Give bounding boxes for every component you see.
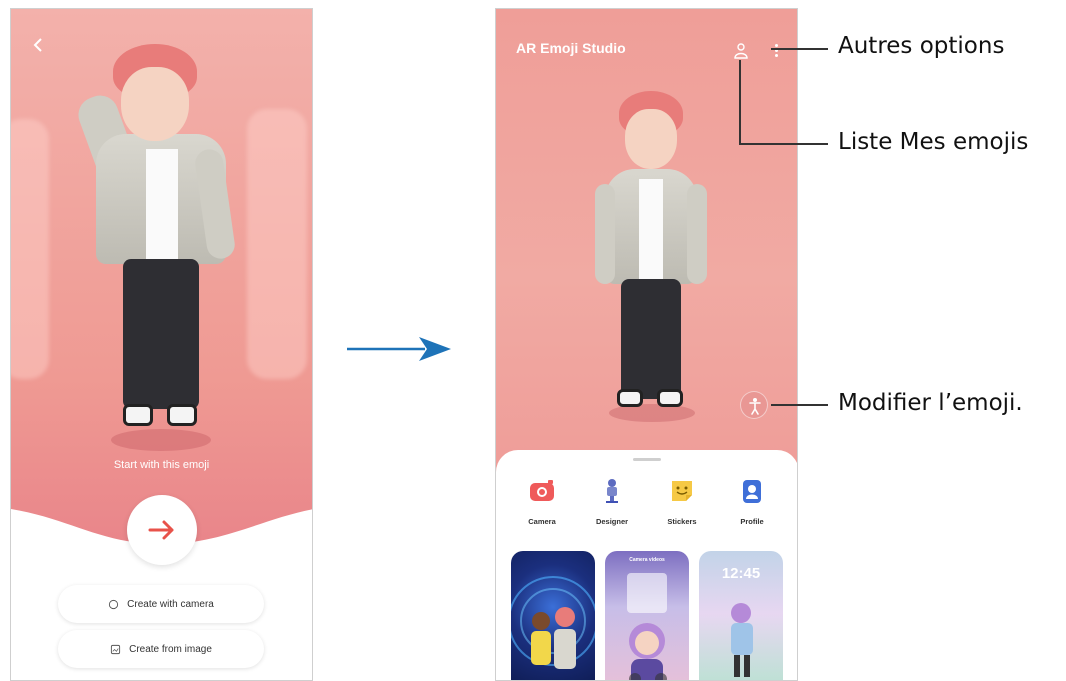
app-title: AR Emoji Studio <box>516 40 626 56</box>
stickers-icon <box>668 477 696 505</box>
template-card-1[interactable] <box>511 551 595 680</box>
my-emojis-button[interactable] <box>732 42 750 60</box>
chevron-left-icon <box>33 38 42 52</box>
template-card-3[interactable]: 12:45 <box>699 551 783 680</box>
start-prompt-text: Start with this emoji <box>113 459 210 471</box>
create-from-image-button[interactable]: Create from image <box>58 630 264 668</box>
template-card-2[interactable]: Camera videos <box>605 551 689 680</box>
create-from-image-label: Create from image <box>129 643 212 655</box>
tool-profile[interactable]: Profile <box>722 477 782 526</box>
card-2-illustration <box>627 573 667 680</box>
background-avatar-left <box>11 119 49 379</box>
card-3-illustration <box>731 603 753 677</box>
callout-more-options: Autres options <box>838 33 1005 59</box>
background-avatar-right <box>247 109 307 379</box>
callout-line-my-emojis <box>739 143 828 145</box>
more-vert-icon <box>771 44 781 57</box>
next-button[interactable] <box>127 495 197 565</box>
arrow-right-icon <box>148 520 174 540</box>
callout-my-emojis-list: Liste Mes emojis <box>838 129 1029 155</box>
tool-designer-label: Designer <box>595 517 629 526</box>
image-icon <box>111 644 121 654</box>
emoji-avatar <box>591 89 711 429</box>
body-icon <box>749 398 761 415</box>
callout-edit-emoji: Modifier l’emoji. <box>838 390 1023 416</box>
designer-icon <box>598 477 626 505</box>
profile-icon <box>738 477 766 505</box>
create-with-camera-button[interactable]: Create with camera <box>58 585 264 623</box>
emoji-start-screen: Start with this emoji Create with camera… <box>10 8 313 681</box>
back-button[interactable] <box>27 35 49 57</box>
person-icon <box>734 43 748 59</box>
tool-camera[interactable]: Camera <box>512 477 572 526</box>
emoji-avatar <box>71 39 251 459</box>
bottom-sheet: Camera Designer Stickers Profile Camera … <box>496 450 797 680</box>
callout-line-edit-emoji <box>771 404 828 406</box>
tool-stickers-label: Stickers <box>667 517 697 526</box>
flow-arrow-icon <box>347 337 451 361</box>
camera-icon <box>528 477 556 505</box>
sheet-handle[interactable] <box>633 458 661 461</box>
callout-line-my-emojis-vertical <box>739 60 741 144</box>
more-options-button[interactable] <box>771 42 781 60</box>
ar-emoji-studio-screen: AR Emoji Studio Camera Designer Stickers… <box>495 8 798 681</box>
edit-emoji-button[interactable] <box>740 391 768 419</box>
card-1-illustration <box>511 576 595 669</box>
face-icon <box>109 599 119 609</box>
tool-profile-label: Profile <box>740 517 764 526</box>
create-with-camera-label: Create with camera <box>127 598 214 610</box>
tool-designer[interactable]: Designer <box>582 477 642 526</box>
callout-line-more-options <box>771 48 828 50</box>
tool-stickers[interactable]: Stickers <box>652 477 712 526</box>
tool-camera-label: Camera <box>528 517 556 526</box>
